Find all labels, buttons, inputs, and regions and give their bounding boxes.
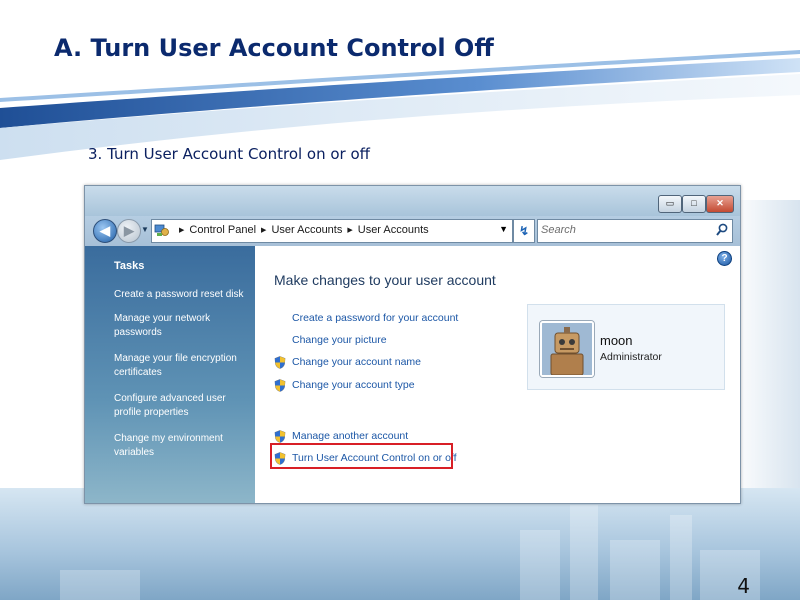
breadcrumb-control-panel[interactable]: Control Panel bbox=[189, 224, 256, 236]
user-role: Administrator bbox=[600, 351, 662, 363]
change-picture-link[interactable]: Change your picture bbox=[292, 334, 387, 346]
task-configure-advanced-profile[interactable]: Configure advanced user profile properti… bbox=[114, 392, 249, 420]
create-password-link[interactable]: Create a password for your account bbox=[292, 312, 458, 324]
breadcrumb-separator-icon: ▶ bbox=[179, 227, 185, 235]
header-swoosh bbox=[0, 50, 800, 160]
history-dropdown-icon[interactable]: ▼ bbox=[141, 225, 149, 234]
breadcrumb-user-accounts[interactable]: User Accounts bbox=[271, 224, 342, 236]
uac-shield-icon bbox=[274, 356, 286, 369]
uac-shield-icon bbox=[274, 430, 286, 443]
main-content: ? Make changes to your user account Crea… bbox=[255, 246, 740, 503]
help-icon[interactable]: ? bbox=[717, 251, 732, 266]
back-button[interactable]: ◀ bbox=[93, 219, 117, 243]
bottom-background bbox=[0, 488, 800, 600]
task-manage-file-encryption-certificates[interactable]: Manage your file encryption certificates bbox=[114, 352, 249, 380]
breadcrumb-user-accounts-current[interactable]: User Accounts bbox=[358, 224, 429, 236]
content-heading: Make changes to your user account bbox=[274, 272, 496, 288]
breadcrumb: ▶ Control Panel ▶ User Accounts ▶ User Accoun… bbox=[174, 224, 429, 236]
change-account-type-link[interactable]: Change your account type bbox=[292, 379, 415, 391]
control-panel-window: ▭ □ ✕ ◀ ▶ ▼ ▶ Control Panel ▶ User Accounts… bbox=[84, 185, 741, 504]
user-card: moon Administrator bbox=[527, 304, 725, 390]
task-create-password-reset-disk[interactable]: Create a password reset disk bbox=[114, 288, 249, 302]
refresh-button[interactable]: ↯ bbox=[513, 219, 535, 243]
uac-shield-icon bbox=[274, 379, 286, 392]
search-icon[interactable] bbox=[716, 223, 728, 237]
address-bar[interactable]: ▶ Control Panel ▶ User Accounts ▶ User Accoun… bbox=[151, 219, 513, 243]
close-button[interactable]: ✕ bbox=[706, 195, 734, 213]
breadcrumb-separator-icon[interactable]: ▶ bbox=[261, 226, 266, 234]
address-dropdown-icon[interactable]: ▼ bbox=[499, 224, 508, 234]
minimize-button[interactable]: ▭ bbox=[658, 195, 682, 213]
highlight-box bbox=[270, 443, 453, 469]
control-panel-icon bbox=[154, 224, 169, 236]
task-manage-network-passwords[interactable]: Manage your network passwords bbox=[114, 312, 249, 340]
avatar bbox=[540, 321, 594, 377]
search-box[interactable] bbox=[537, 219, 733, 243]
slide-title: A. Turn User Account Control Off bbox=[54, 34, 494, 62]
page-number: 4 bbox=[737, 574, 750, 598]
task-change-environment-variables[interactable]: Change my environment variables bbox=[114, 432, 249, 460]
tasks-sidebar: Tasks Create a password reset disk Manag… bbox=[85, 246, 255, 503]
change-account-name-link[interactable]: Change your account name bbox=[292, 356, 421, 368]
slide-subtitle: 3. Turn User Account Control on or off bbox=[88, 145, 371, 163]
robot-avatar-icon bbox=[542, 323, 592, 375]
maximize-button[interactable]: □ bbox=[682, 195, 706, 213]
breadcrumb-separator-icon[interactable]: ▶ bbox=[347, 226, 352, 234]
search-input[interactable] bbox=[541, 222, 706, 238]
forward-button[interactable]: ▶ bbox=[117, 219, 141, 243]
sidebar-title: Tasks bbox=[114, 260, 145, 272]
manage-another-account-link[interactable]: Manage another account bbox=[292, 430, 408, 442]
window-titlebar: ▭ □ ✕ bbox=[85, 186, 740, 216]
navigation-toolbar: ◀ ▶ ▼ ▶ Control Panel ▶ User Accounts ▶ User … bbox=[85, 216, 740, 246]
user-name: moon bbox=[600, 333, 633, 348]
